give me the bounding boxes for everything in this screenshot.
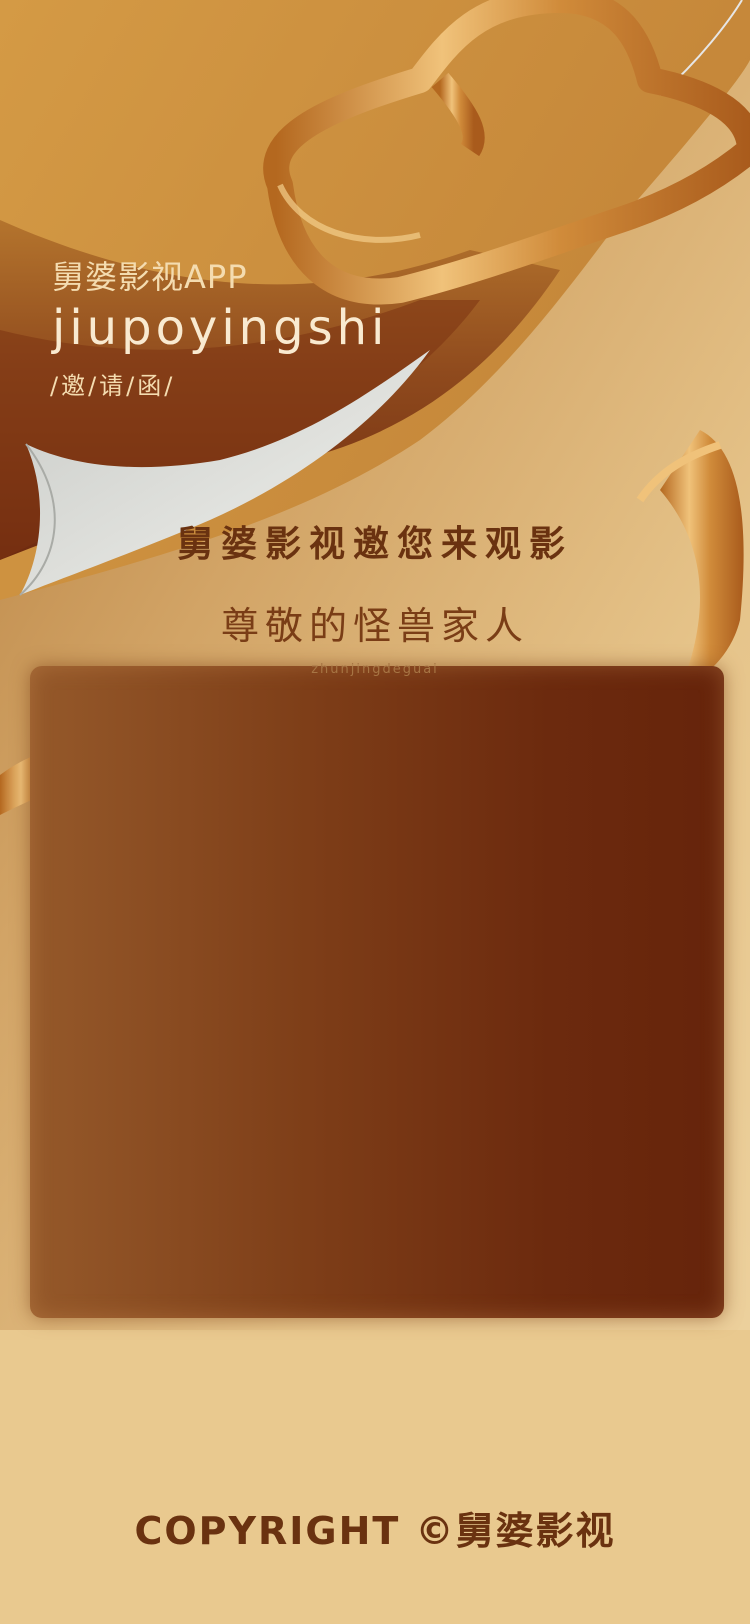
invitation-page: 舅婆影视APP jiupoyingshi /邀/请/函/ 舅婆影视邀您来观影 尊… <box>0 0 750 1624</box>
invitation-headline: 舅婆影视邀您来观影 <box>176 524 573 565</box>
brand-roman: jiupoyingshi <box>52 300 389 356</box>
brand-title: 舅婆影视APP <box>52 258 248 296</box>
copyright-footer: COPYRIGHT ©舅婆影视 <box>134 1509 616 1553</box>
greeting-title: 尊敬的怪兽家人 <box>220 604 529 648</box>
greeting-roman: zhunjingdeguai <box>311 662 439 677</box>
content-panel <box>30 666 724 1318</box>
brand-subtitle: /邀/请/函/ <box>50 372 176 400</box>
